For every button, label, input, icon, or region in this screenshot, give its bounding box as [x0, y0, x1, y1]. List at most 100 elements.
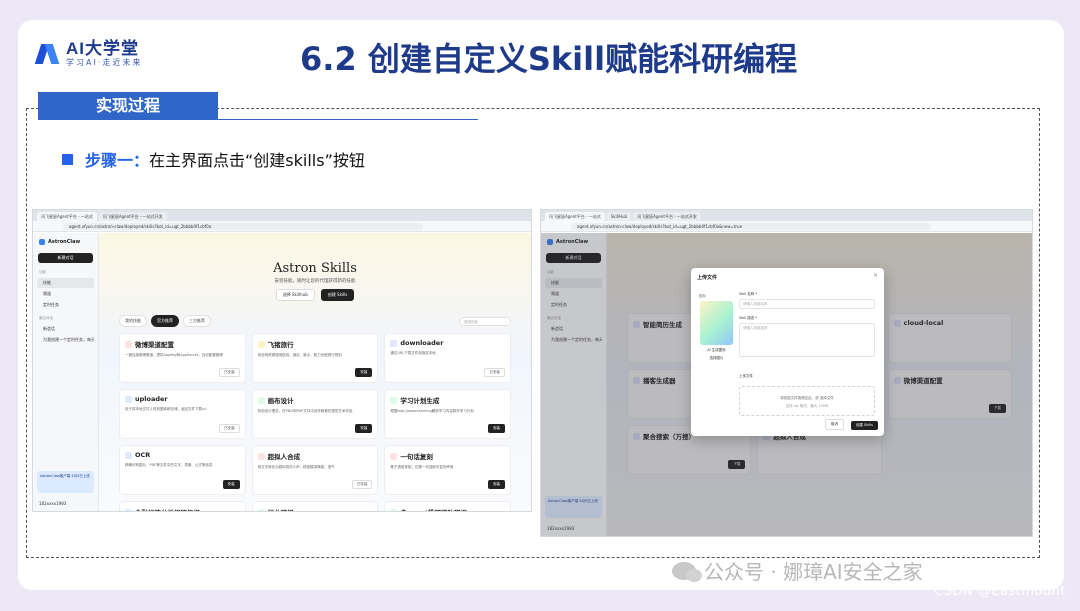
skill-icon	[390, 452, 398, 460]
tab-my-skills[interactable]: 我的技能	[119, 315, 147, 327]
upload-dialog: 上传文件 × 图标 AI 生成图标 选择图片 Skill 名称 * 请输入技能名…	[691, 268, 884, 436]
select-skillhub-button[interactable]: 选择 Skillhub	[275, 289, 315, 301]
create-skills-button[interactable]: 创建 Skills	[320, 289, 355, 301]
skill-card-header: OCR	[125, 451, 240, 459]
client-promo-banner[interactable]: AstronClaw客户端 4月5日上线	[37, 471, 94, 493]
skill-action-button[interactable]: 安装	[355, 368, 373, 377]
address-bar[interactable]: agent.xfyun.cn/astron-claw/deployed/skil…	[541, 221, 1032, 232]
skill-title: 一句话复刻	[400, 453, 433, 461]
skill-card[interactable]: OCR 精确识别图片、PDF等文件中的文字、表格、公式等信息安装	[119, 445, 246, 495]
hero-title: Astron Skills	[273, 261, 357, 276]
skill-action-button[interactable]: 已安装	[219, 368, 240, 377]
skill-icon	[125, 395, 132, 403]
sidebar-recent-item[interactable]: 新会话	[37, 324, 94, 334]
address-bar[interactable]: agent.xfyun.cn/astron-claw/deployed/skil…	[33, 221, 531, 232]
skill-card-header: 学习计划生成	[390, 395, 505, 405]
tab-third-party[interactable]: 三方推荐	[183, 315, 211, 327]
skill-description: 根据http://www.learning解析学习内容制作学习计划	[390, 409, 474, 413]
dropzone-text: 将技能文件拖拽至此，或 选择文件	[780, 396, 834, 400]
skill-action-button[interactable]: 已安装	[219, 424, 240, 433]
skill-card[interactable]: 超拟人合成 用文字转化为超拟真的人声，精准模拟情感、语气 已安装	[251, 445, 379, 495]
skill-title: uploader	[135, 395, 168, 403]
skill-card[interactable]: 画布设计 利用设计理念，在PNG和PDF文件中创作精美的视觉艺术作品 安装	[251, 389, 379, 439]
url-text: agent.xfyun.cn/astron-claw/deployed/skil…	[63, 222, 423, 230]
square-bullet-icon	[62, 153, 73, 165]
skill-icon	[125, 340, 132, 348]
sidebar-item-schedule[interactable]: 定时任务	[37, 300, 94, 310]
upload-label: 上传文件	[739, 374, 753, 378]
browser-tabbar: 讯飞星辰Agent平台 - 一站式 讯飞星辰Agent平台 - 一站式开发	[33, 210, 531, 221]
search-input[interactable]: 搜索技能	[459, 316, 511, 326]
skill-card[interactable]: 多agent投研团队研报	[384, 501, 511, 511]
sidebar-item-channels[interactable]: 频道	[37, 289, 94, 299]
skill-icon	[257, 508, 265, 511]
skill-desc-input[interactable]: 请输入技能描述	[739, 323, 875, 357]
browser-tab[interactable]: SkillHub	[606, 212, 632, 221]
skill-title: 微博渠道配置	[135, 341, 174, 349]
skill-desc-label: Skill 描述 *	[739, 316, 758, 320]
skill-title: downloader	[400, 339, 444, 347]
modal-backdrop[interactable]	[541, 233, 607, 536]
skill-action-button[interactable]: 安装	[487, 424, 505, 433]
skill-icon	[390, 339, 398, 347]
skill-icon-preview[interactable]	[700, 301, 733, 345]
skill-card-header: 一句话复刻	[390, 451, 505, 461]
skill-description: 用全网资源搜索航班、酒店、景点，助力全程旅行规划	[257, 353, 342, 357]
screenshot-skills-page: 讯飞星辰Agent平台 - 一站式 讯飞星辰Agent平台 - 一站式开发 ag…	[32, 209, 532, 512]
new-chat-button[interactable]: 新建对话	[38, 253, 93, 263]
skill-icon	[125, 451, 132, 459]
skill-icon	[257, 340, 265, 348]
skill-grid: 微博渠道配置 一键连接微博渠道，提供AppKey和AppSecret，自动配置微博…	[119, 333, 511, 511]
skills-main: Astron Skills 安装技能，随时让您的代理获得新的技能 选择 Skil…	[99, 233, 531, 511]
skill-action-button[interactable]: 安装	[355, 424, 373, 433]
browser-tab[interactable]: 讯飞星辰Agent平台 - 一站式开发	[633, 212, 701, 221]
skill-action-button[interactable]: 已安装	[484, 368, 505, 377]
select-image-label[interactable]: 选择图片	[700, 356, 733, 361]
hero-subtitle: 安装技能，随时让您的代理获得新的技能	[274, 279, 356, 284]
skill-card[interactable]: 微博渠道配置 一键连接微博渠道，提供AppKey和AppSecret，自动配置微博…	[119, 333, 246, 383]
skill-card[interactable]: 行业研报	[251, 501, 379, 511]
logo: AI大学堂 学习AI·走近未来	[36, 40, 142, 67]
skill-title: 行业研报	[268, 507, 294, 511]
skill-action-button[interactable]: 已安装	[351, 480, 373, 489]
skill-action-button[interactable]: 安装	[487, 480, 505, 489]
cancel-button[interactable]: 取消	[825, 419, 844, 430]
sidebar-recent-item[interactable]: 为我创建一个定时任务，每天...	[37, 335, 94, 345]
sidebar: AstronClaw 新建对话 功能 技能 频道 定时任务 最近对话 新会话 为…	[33, 233, 99, 511]
skill-card-header: downloader	[390, 339, 505, 347]
csdn-credit: CSDN @Eastmount	[934, 584, 1066, 599]
ai-generate-icon-button[interactable]: AI 生成图标 选择图片	[700, 348, 733, 361]
logo-name: AI大学堂	[66, 39, 139, 58]
dialog-title: 上传文件	[697, 275, 718, 281]
skill-card[interactable]: 飞猪旅行 用全网资源搜索航班、酒店、景点，助力全程旅行规划 安装	[251, 333, 379, 383]
create-skills-button[interactable]: 创建 Skills	[850, 421, 878, 430]
browser-tab[interactable]: 讯飞星辰Agent平台 - 一站式	[545, 212, 605, 221]
skill-card[interactable]: 金融行情分析报研日报	[119, 501, 246, 511]
file-dropzone[interactable]: 将技能文件拖拽至此，或 选择文件 支持 zip 格式，最大 10MB	[739, 386, 875, 416]
filter-tabs: 我的技能 官方推荐 三方推荐 搜索技能	[119, 315, 511, 327]
dropzone-hint: 支持 zip 格式，最大 10MB	[785, 404, 829, 408]
skill-card[interactable]: uploader 用于将本地文件上传到图库和存储，返回文件下载url 已安装	[119, 389, 246, 439]
section-tab: 实现过程	[38, 92, 218, 120]
sidebar-item-skills[interactable]: 技能	[37, 278, 94, 288]
skill-title: 多agent投研团队研报	[400, 507, 467, 511]
browser-tab[interactable]: 讯飞星辰Agent平台 - 一站式开发	[98, 212, 167, 221]
skill-title: 金融行情分析报研日报	[135, 507, 200, 511]
user-account[interactable]: 182xxxx1983	[39, 501, 66, 506]
skill-card[interactable]: 一句话复刻 基于语音录制，仅需一句话即可复刻声音 安装	[384, 445, 511, 495]
skill-card[interactable]: downloader 通过URL下载文件到指定本地 已安装	[384, 333, 511, 383]
browser-tabbar: 讯飞星辰Agent平台 - 一站式 SkillHub 讯飞星辰Agent平台 -…	[541, 210, 1032, 221]
skill-card[interactable]: 学习计划生成根据http://www.learning解析学习内容制作学习计划安…	[384, 389, 511, 439]
brand-logo-icon	[39, 239, 45, 245]
browser-tab[interactable]: 讯飞星辰Agent平台 - 一站式	[37, 212, 97, 221]
skill-action-button[interactable]: 安装	[222, 480, 240, 489]
wechat-icon	[672, 561, 702, 582]
skill-description: 精确识别图片、PDF等文件中的文字、表格、公式等信息	[125, 463, 213, 467]
skill-card-header: 微博渠道配置	[125, 339, 240, 349]
close-icon[interactable]: ×	[873, 272, 878, 279]
tab-official[interactable]: 官方推荐	[151, 315, 179, 327]
screenshot-upload-dialog: 讯飞星辰Agent平台 - 一站式 SkillHub 讯飞星辰Agent平台 -…	[540, 209, 1033, 537]
skill-name-input[interactable]: 请输入技能名称	[739, 299, 875, 309]
icon-label: 图标	[699, 294, 706, 298]
brand: AstronClaw	[33, 233, 98, 251]
